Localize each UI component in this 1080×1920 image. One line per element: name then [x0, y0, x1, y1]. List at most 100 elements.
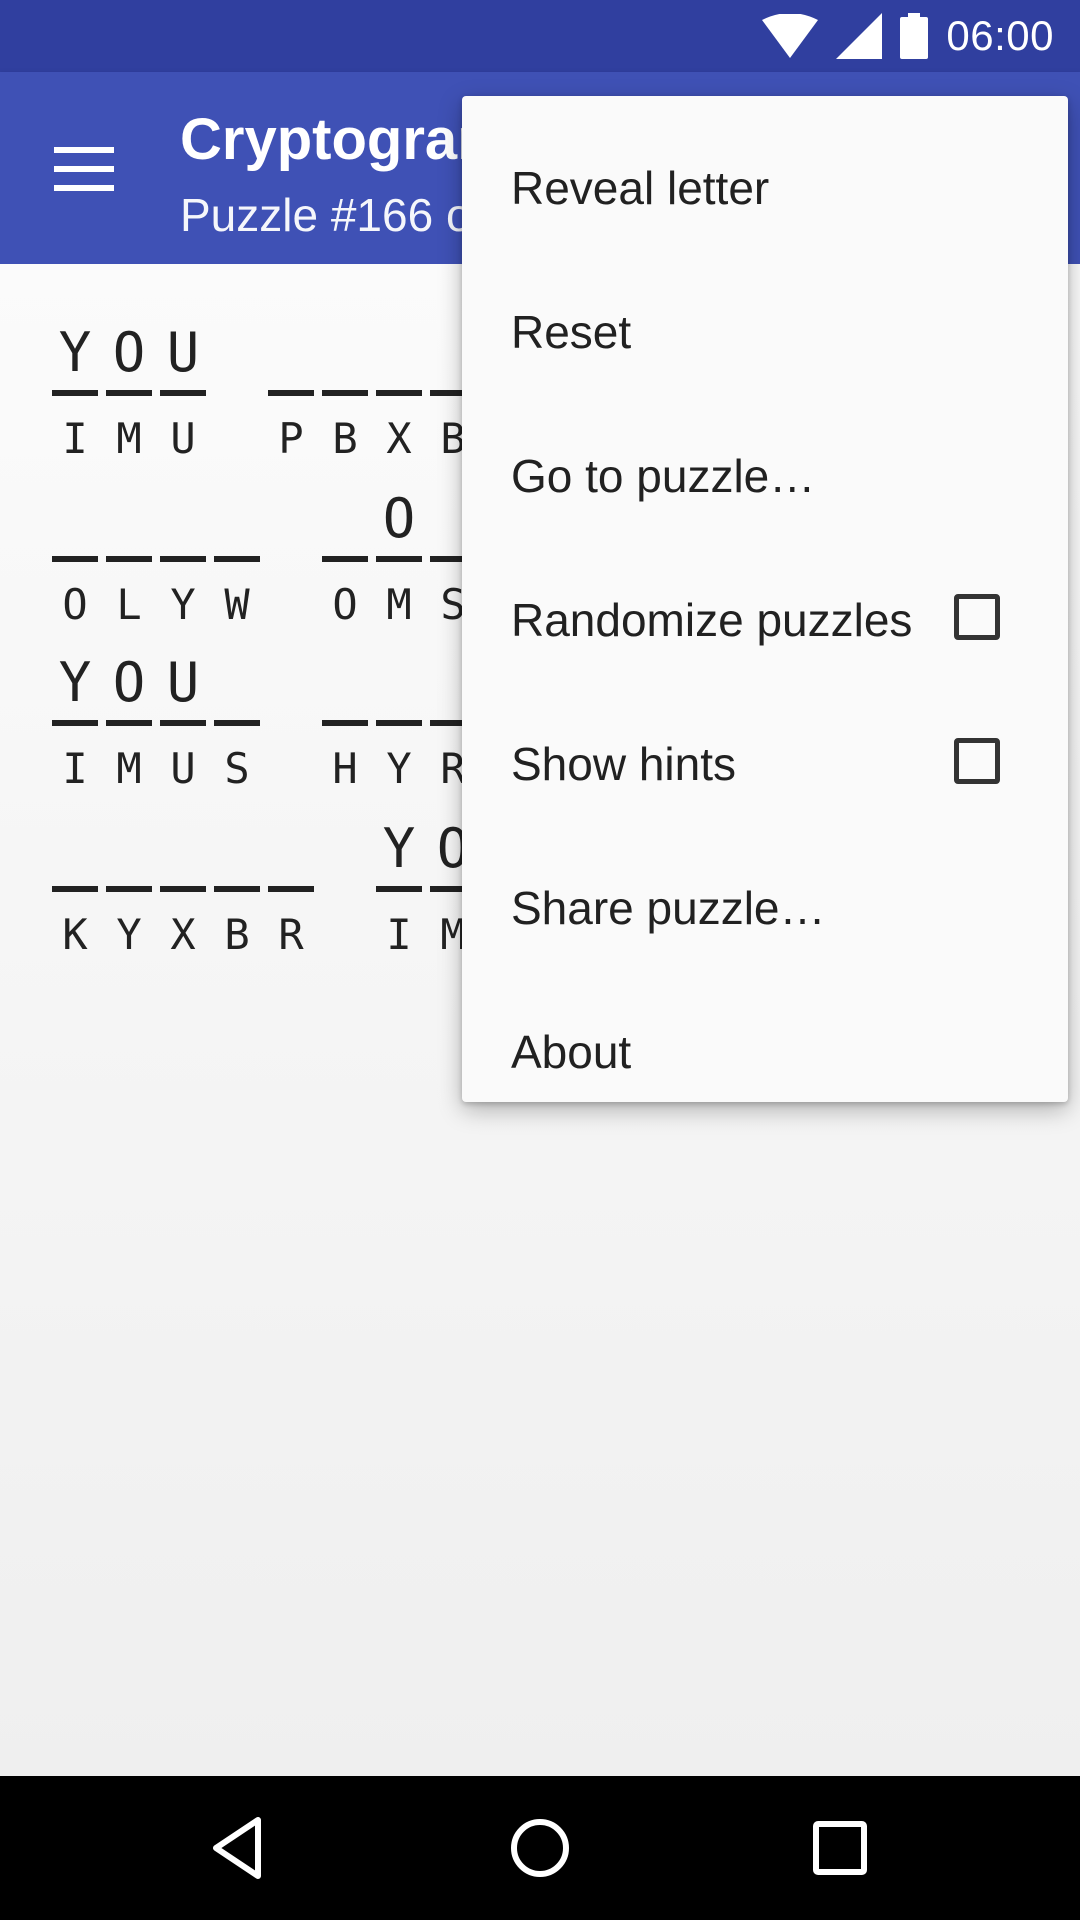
- letter-underline: [214, 556, 260, 562]
- guess-letter: O: [112, 651, 146, 714]
- cipher-letter: U: [170, 744, 196, 793]
- guess-letter: O: [112, 321, 146, 384]
- letter-underline: [376, 390, 422, 396]
- menu-item-label: Go to puzzle…: [511, 450, 816, 502]
- menu-item-reveal-letter[interactable]: Reveal letter: [462, 116, 1068, 260]
- letter-underline: [214, 886, 260, 892]
- letter-underline: [52, 720, 98, 726]
- guess-letter: [376, 652, 422, 714]
- app-title: Cryptogram: [180, 107, 509, 172]
- guess-letter: [214, 652, 260, 714]
- guess-letter: [106, 488, 152, 550]
- cipher-letter: M: [386, 580, 412, 629]
- cipher-letter: S: [224, 744, 250, 793]
- cipher-letter: W: [224, 580, 250, 629]
- overflow-menu: Reveal letter Reset Go to puzzle… Random…: [462, 96, 1068, 1102]
- guess-letter: U: [166, 651, 200, 714]
- guess-letter: [52, 488, 98, 550]
- guess-letter: Y: [382, 817, 416, 880]
- letter-underline: [268, 390, 314, 396]
- show-hints-checkbox[interactable]: [954, 738, 1000, 784]
- menu-item-label: Show hints: [511, 738, 737, 790]
- cipher-letter: X: [386, 414, 412, 463]
- cipher-letter: Y: [116, 910, 142, 959]
- letter-underline: [376, 886, 422, 892]
- letter-underline: [106, 720, 152, 726]
- signal-icon: [836, 13, 883, 59]
- letter-underline: [160, 720, 206, 726]
- menu-item-label: Share puzzle…: [511, 882, 826, 934]
- cipher-letter: I: [62, 414, 88, 463]
- letter-underline: [106, 556, 152, 562]
- randomize-puzzles-checkbox[interactable]: [954, 594, 1000, 640]
- letter-underline: [214, 720, 260, 726]
- letter-underline: [52, 390, 98, 396]
- letter-underline: [376, 720, 422, 726]
- cipher-letter: X: [170, 910, 196, 959]
- cipher-letter: Y: [170, 580, 196, 629]
- cipher-letter: H: [332, 744, 358, 793]
- back-icon[interactable]: [200, 1808, 280, 1888]
- cipher-letter: M: [116, 744, 142, 793]
- letter-underline: [52, 556, 98, 562]
- battery-icon: [900, 13, 929, 59]
- guess-letter: [52, 818, 98, 880]
- status-bar: 06:00: [0, 0, 1080, 72]
- letter-underline: [160, 390, 206, 396]
- guess-letter: U: [166, 321, 200, 384]
- menu-item-randomize-puzzles[interactable]: Randomize puzzles: [462, 548, 1068, 692]
- guess-letter: [214, 818, 260, 880]
- letter-underline: [106, 886, 152, 892]
- status-icons: 06:00: [762, 0, 1054, 72]
- cipher-letter: I: [386, 910, 412, 959]
- cipher-letter: P: [278, 414, 304, 463]
- letter-underline: [268, 886, 314, 892]
- cipher-letter: R: [278, 910, 304, 959]
- cipher-letter: O: [332, 580, 358, 629]
- clock: 06:00: [946, 12, 1054, 59]
- letter-underline: [160, 556, 206, 562]
- cipher-letter: B: [224, 910, 250, 959]
- cipher-letter: U: [170, 414, 196, 463]
- letter-underline: [106, 390, 152, 396]
- letter-underline: [322, 556, 368, 562]
- letter-underline: [322, 720, 368, 726]
- guess-letter: [322, 322, 368, 384]
- navigation-bar: [0, 1776, 1080, 1920]
- cipher-letter: M: [116, 414, 142, 463]
- cipher-letter: O: [62, 580, 88, 629]
- recents-icon[interactable]: [800, 1808, 880, 1888]
- menu-item-label: About: [511, 1026, 632, 1078]
- menu-item-share-puzzle[interactable]: Share puzzle…: [462, 836, 1068, 980]
- menu-item-go-to-puzzle[interactable]: Go to puzzle…: [462, 404, 1068, 548]
- letter-underline: [376, 556, 422, 562]
- letter-underline: [322, 390, 368, 396]
- guess-letter: Y: [58, 651, 92, 714]
- guess-letter: [322, 652, 368, 714]
- hamburger-menu-icon[interactable]: [54, 147, 114, 191]
- guess-letter: [160, 488, 206, 550]
- letter-underline: [160, 886, 206, 892]
- guess-letter: [322, 488, 368, 550]
- guess-letter: [376, 322, 422, 384]
- letter-underline: [52, 886, 98, 892]
- cipher-letter: L: [116, 580, 142, 629]
- cipher-letter: Y: [386, 744, 412, 793]
- menu-item-label: Reset: [511, 306, 632, 358]
- guess-letter: [214, 488, 260, 550]
- menu-item-label: Randomize puzzles: [511, 594, 913, 646]
- home-icon[interactable]: [500, 1808, 580, 1888]
- menu-item-about[interactable]: About: [462, 980, 1068, 1124]
- cipher-letter: B: [332, 414, 358, 463]
- cipher-letter: K: [62, 910, 88, 959]
- guess-letter: [268, 322, 314, 384]
- wifi-icon: [762, 14, 819, 58]
- guess-letter: [160, 818, 206, 880]
- menu-item-label: Reveal letter: [511, 162, 770, 214]
- guess-letter: O: [382, 487, 416, 550]
- guess-letter: Y: [58, 321, 92, 384]
- menu-item-reset[interactable]: Reset: [462, 260, 1068, 404]
- guess-letter: [268, 818, 314, 880]
- guess-letter: [106, 818, 152, 880]
- menu-item-show-hints[interactable]: Show hints: [462, 692, 1068, 836]
